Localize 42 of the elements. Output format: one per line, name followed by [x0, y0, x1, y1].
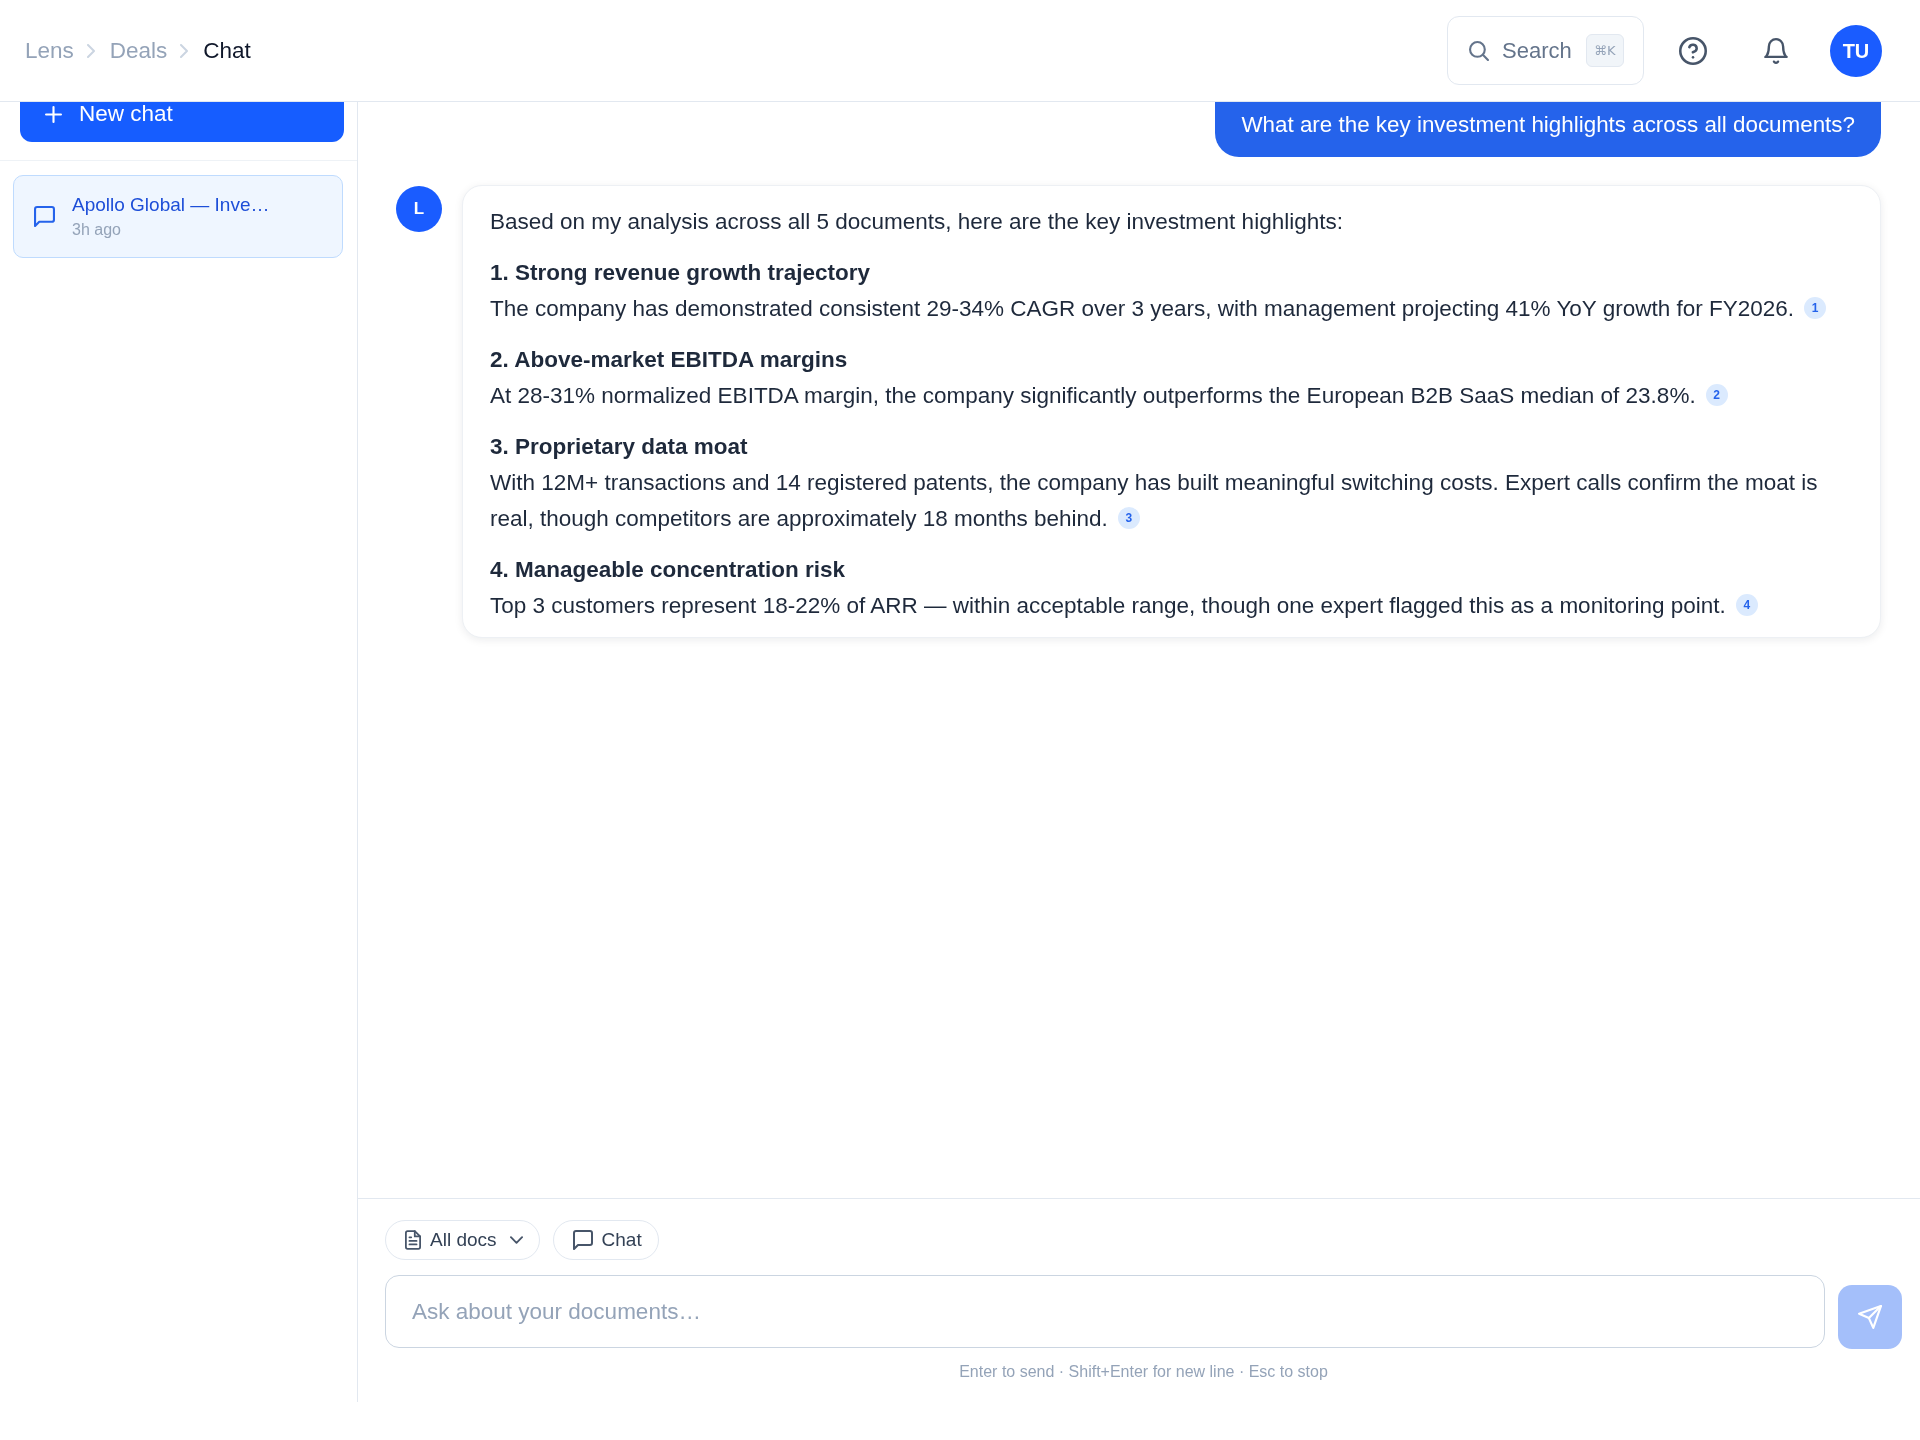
bell-icon: [1764, 37, 1788, 64]
assistant-avatar: L: [396, 186, 442, 232]
help-button[interactable]: [1679, 36, 1707, 65]
new-chat-button[interactable]: New chat: [20, 102, 344, 142]
message-text: At 28-31% normalized EBITDA margin, the company significantly outperforms the European B2B SaaS median of 23.8%. 2: [490, 378, 1852, 414]
citation-link[interactable]: 2: [1705, 384, 1728, 406]
search-button[interactable]: Search ⌘K: [1447, 16, 1644, 85]
message-text: With 12M+ transactions and 14 registered patents, the company has built meaningful switching costs. Expert calls confirm the moat is real, though competitors are approximately 18 months behind. 3: [490, 469, 1819, 533]
breadcrumb-link[interactable]: Deals: [109, 37, 168, 64]
citation-link[interactable]: 4: [1735, 594, 1758, 616]
section-heading: 1. Strong revenue growth trajectory: [490, 259, 872, 287]
plus-icon: [45, 106, 62, 123]
chevron-right-icon: [86, 43, 95, 58]
conversation-title: Apollo Global — Inve…: [72, 193, 270, 216]
chevron-down-icon: [509, 1236, 523, 1244]
citation-link[interactable]: 3: [1117, 507, 1140, 529]
chat-bubble-icon: [34, 206, 55, 227]
message-text: The company has demonstrated consistent 29-34% CAGR over 3 years, with management projecting 41% YoY growth for FY2026. 1: [490, 291, 1852, 327]
chevron-right-icon: [180, 43, 189, 58]
keyboard-shortcut: ⌘K: [1585, 34, 1624, 67]
mode-button[interactable]: Chat: [552, 1220, 659, 1260]
notifications-button[interactable]: [1764, 37, 1788, 64]
chat-bubble-icon: [572, 1230, 593, 1250]
send-icon: [1858, 1305, 1882, 1329]
message-text: Top 3 customers represent 18-22% of ARR — within acceptable range, though one expert flagged this as a monitoring point. 4: [490, 588, 1852, 624]
section-heading: 2. Above-market EBITDA margins: [490, 346, 849, 374]
scope-dropdown[interactable]: All docs: [385, 1220, 540, 1260]
keyboard-hint: Enter to send · Shift+Enter for new line · Esc to stop: [958, 1362, 1329, 1382]
message-input[interactable]: Ask about your documents…: [385, 1275, 1825, 1348]
section-heading: 4. Manageable concentration risk: [490, 556, 847, 584]
conversation-time: 3h ago: [72, 219, 122, 240]
user-message: What are the key investment highlights across all documents?: [1215, 102, 1881, 157]
breadcrumb-link[interactable]: Lens: [25, 37, 74, 64]
help-icon: [1679, 36, 1707, 65]
breadcrumb-current: Chat: [203, 37, 251, 64]
conversation-item[interactable]: Apollo Global — Inve… 3h ago: [13, 175, 343, 258]
citation-link[interactable]: 1: [1804, 297, 1827, 319]
user-avatar[interactable]: TU: [1830, 24, 1882, 77]
search-icon: [1469, 40, 1489, 61]
document-icon: [405, 1230, 421, 1250]
section-heading: 3. Proprietary data moat: [490, 433, 749, 461]
message-text: Based on my analysis across all 5 documents, here are the key investment highlights:: [490, 208, 1344, 236]
